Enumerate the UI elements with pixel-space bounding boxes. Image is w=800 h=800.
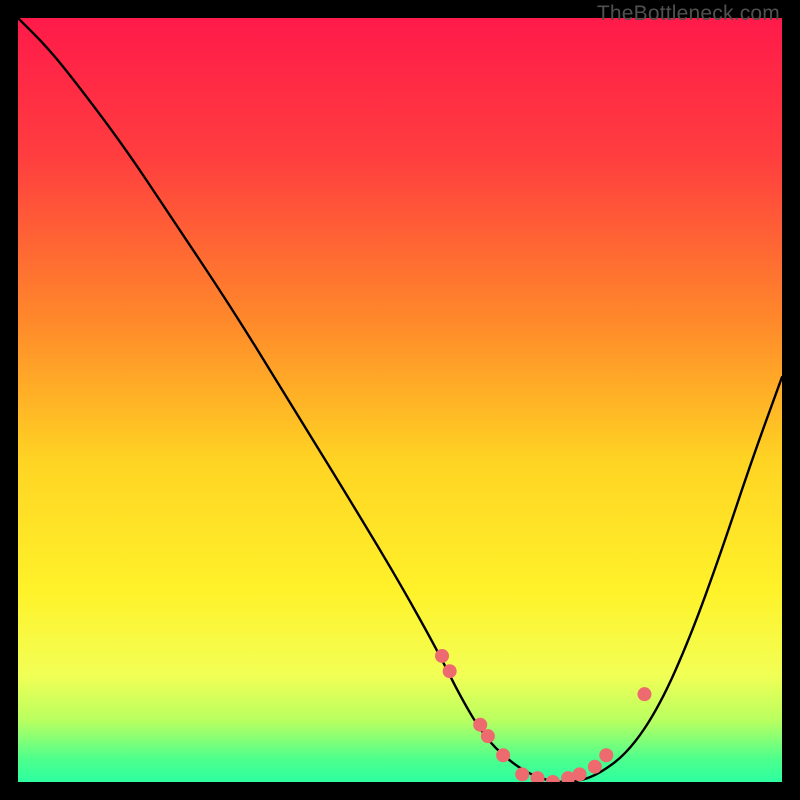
chart-frame [18, 18, 782, 782]
bottleneck-chart [18, 18, 782, 782]
optimal-marker [443, 664, 457, 678]
optimal-marker [473, 718, 487, 732]
optimal-marker [573, 767, 587, 781]
optimal-marker [637, 687, 651, 701]
gradient-background [18, 18, 782, 782]
attribution-text: TheBottleneck.com [597, 2, 780, 26]
optimal-marker [481, 729, 495, 743]
optimal-marker [496, 748, 510, 762]
optimal-marker [588, 760, 602, 774]
optimal-marker [515, 767, 529, 781]
optimal-marker [435, 649, 449, 663]
optimal-marker [599, 748, 613, 762]
